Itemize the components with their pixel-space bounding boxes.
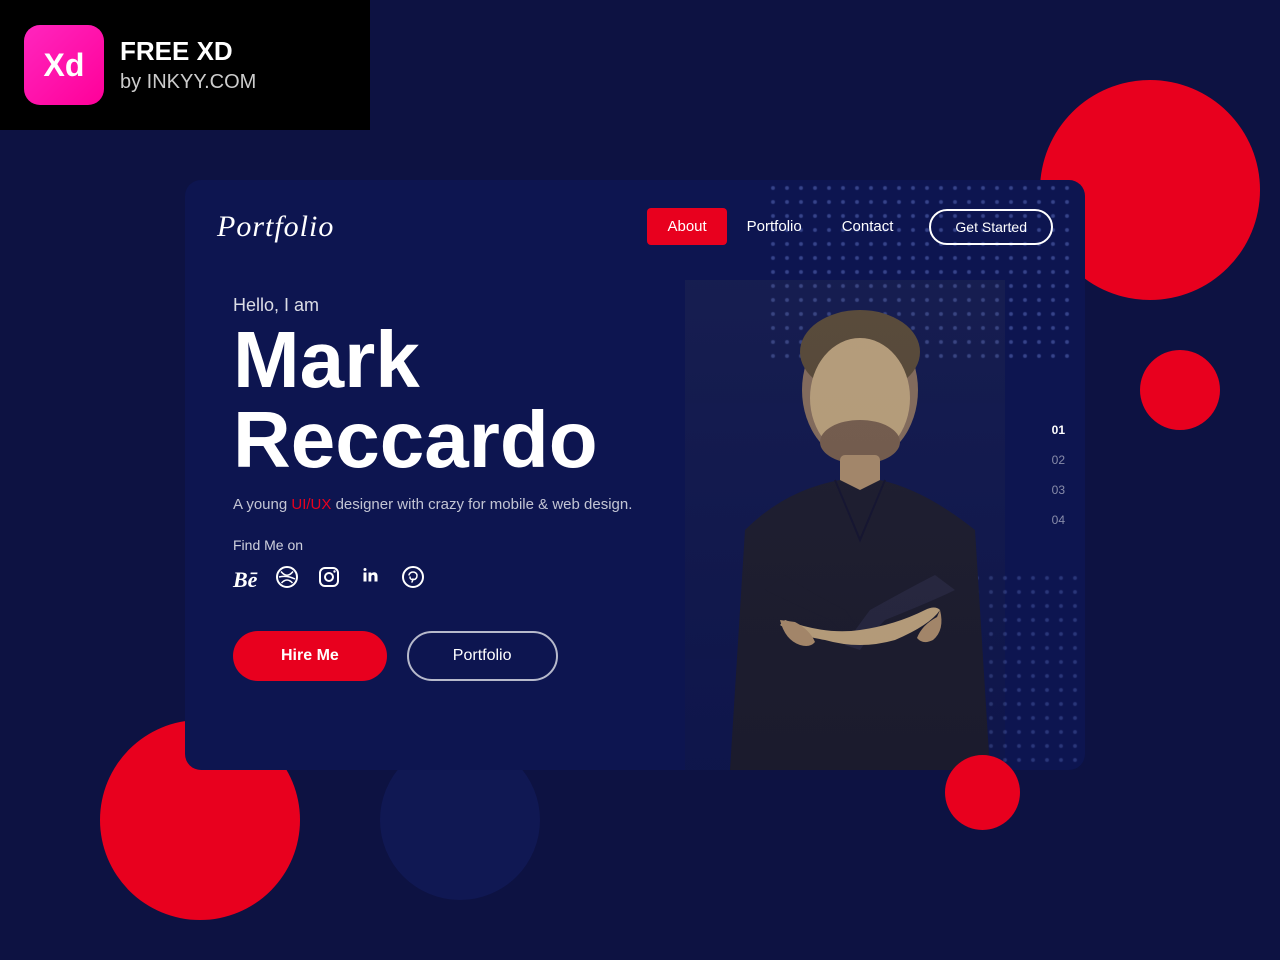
dribbble-icon[interactable] <box>275 565 299 595</box>
side-num-03[interactable]: 03 <box>1052 483 1065 497</box>
find-me-label: Find Me on <box>233 537 1085 553</box>
portfolio-button[interactable]: Portfolio <box>407 631 558 681</box>
pinterest-icon[interactable] <box>401 565 425 595</box>
side-num-02[interactable]: 02 <box>1052 453 1065 467</box>
free-xd-label: FREE XD <box>120 35 256 69</box>
hero-name-line1: Mark <box>233 320 1085 400</box>
deco-circle-bottom-right <box>945 755 1020 830</box>
xd-badge-text: FREE XD by INKYY.COM <box>120 35 256 95</box>
xd-badge: Xd FREE XD by INKYY.COM <box>0 0 370 130</box>
by-inkyy-label: by INKYY.COM <box>120 69 256 95</box>
hero-name-line2: Reccardo <box>233 400 1085 480</box>
hero-section: Hello, I am Mark Reccardo A young UI/UX … <box>185 245 1085 681</box>
behance-icon[interactable]: Bē <box>233 567 257 593</box>
hero-description: A young UI/UX designer with crazy for mo… <box>233 496 633 513</box>
hero-name: Mark Reccardo <box>233 320 1085 480</box>
side-num-01[interactable]: 01 <box>1052 423 1065 437</box>
hero-greeting: Hello, I am <box>233 295 1085 316</box>
nav-link-contact[interactable]: Contact <box>822 208 914 245</box>
nav-links: About Portfolio Contact Get Started <box>647 208 1053 245</box>
cta-buttons: Hire Me Portfolio <box>233 631 1085 681</box>
linkedin-icon[interactable] <box>359 565 383 595</box>
nav-link-about[interactable]: About <box>647 208 726 245</box>
deco-circle-right-mid <box>1140 350 1220 430</box>
social-icons-row: Bē <box>233 565 1085 595</box>
xd-logo-icon: Xd <box>24 25 104 105</box>
nav-logo: Portfolio <box>217 210 647 244</box>
portfolio-card: Portfolio About Portfolio Contact Get St… <box>185 180 1085 770</box>
nav-cta-button[interactable]: Get Started <box>929 209 1053 245</box>
side-numbers: 01 02 03 04 <box>1052 423 1065 527</box>
navbar: Portfolio About Portfolio Contact Get St… <box>185 180 1085 245</box>
hero-highlight: UI/UX <box>291 496 331 513</box>
hire-me-button[interactable]: Hire Me <box>233 631 387 681</box>
nav-link-portfolio[interactable]: Portfolio <box>727 208 822 245</box>
side-num-04[interactable]: 04 <box>1052 513 1065 527</box>
instagram-icon[interactable] <box>317 565 341 595</box>
